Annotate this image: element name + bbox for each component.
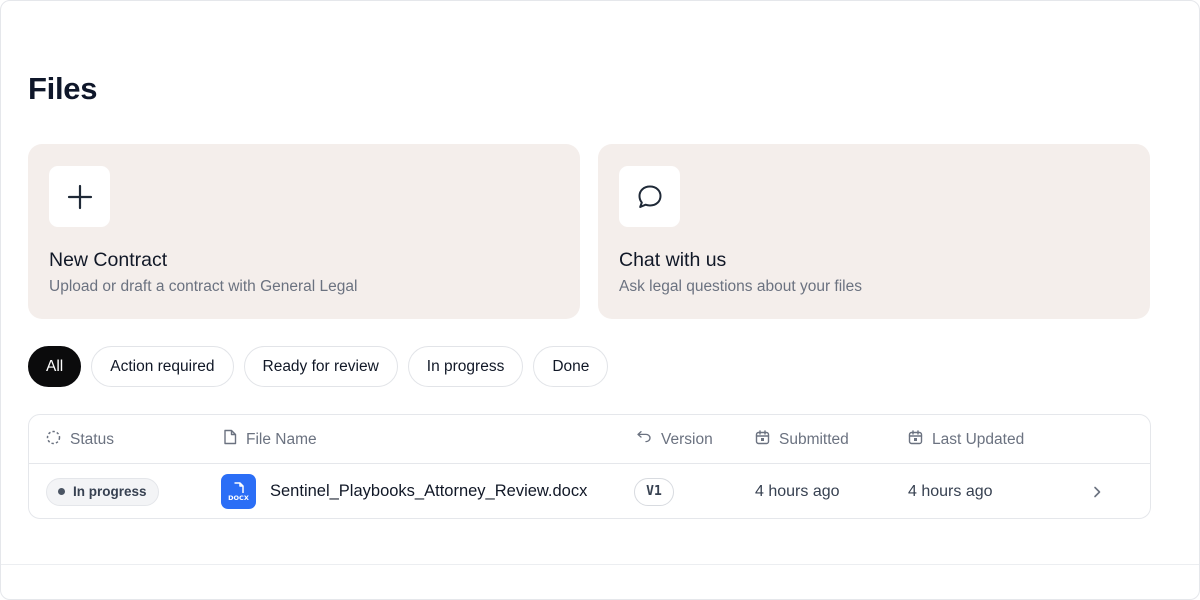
- chat-title: Chat with us: [619, 249, 727, 271]
- column-file-name[interactable]: File Name: [223, 415, 317, 464]
- filter-all[interactable]: All: [28, 346, 82, 387]
- status-dot-icon: [58, 488, 65, 495]
- file-name-link[interactable]: Sentinel_Playbooks_Attorney_Review.docx: [270, 482, 587, 501]
- file-name-cell: DOCX Sentinel_Playbooks_Attorney_Review.…: [221, 464, 587, 518]
- column-submitted-label: Submitted: [779, 430, 849, 448]
- new-contract-card[interactable]: New Contract Upload or draft a contract …: [28, 144, 580, 319]
- plus-icon: [49, 166, 110, 227]
- status-cell: In progress: [46, 464, 159, 518]
- chevron-right-icon[interactable]: [1090, 464, 1104, 518]
- new-contract-subtitle: Upload or draft a contract with General …: [49, 278, 358, 295]
- divider: [1, 564, 1199, 565]
- filter-chips: All Action required Ready for review In …: [28, 346, 609, 387]
- column-status[interactable]: Status: [46, 415, 114, 464]
- submitted-cell: 4 hours ago: [755, 464, 840, 518]
- version-badge: V1: [634, 477, 674, 506]
- app-window: Files New Contract Upload or draft a con…: [0, 0, 1200, 600]
- column-last-updated[interactable]: Last Updated: [908, 415, 1024, 464]
- chat-bubble-icon: [619, 166, 680, 227]
- last-updated-cell: 4 hours ago: [908, 464, 993, 518]
- status-label: In progress: [73, 484, 147, 499]
- page-title: Files: [28, 71, 98, 106]
- submitted-time: 4 hours ago: [755, 482, 840, 500]
- table-row[interactable]: In progress DOCX Sentinel_Playbooks_Atto…: [29, 464, 1150, 518]
- chat-card[interactable]: Chat with us Ask legal questions about y…: [598, 144, 1150, 319]
- files-table: Status File Name Version Submitted Last …: [28, 414, 1151, 519]
- filter-in-progress[interactable]: In progress: [407, 346, 524, 387]
- dashed-circle-icon: [46, 430, 61, 450]
- column-status-label: Status: [70, 430, 114, 448]
- last-updated-time: 4 hours ago: [908, 482, 993, 500]
- calendar-icon: [908, 429, 923, 450]
- version-cell: V1: [634, 464, 674, 518]
- column-file-name-label: File Name: [246, 430, 317, 448]
- new-contract-title: New Contract: [49, 249, 168, 271]
- table-header: Status File Name Version Submitted Last …: [29, 415, 1150, 464]
- chat-subtitle: Ask legal questions about your files: [619, 278, 862, 295]
- file-type-label: DOCX: [228, 493, 249, 502]
- column-submitted[interactable]: Submitted: [755, 415, 849, 464]
- column-version[interactable]: Version: [636, 415, 713, 464]
- column-last-updated-label: Last Updated: [932, 430, 1025, 448]
- document-icon: [223, 429, 237, 450]
- filter-action-required[interactable]: Action required: [91, 346, 234, 387]
- undo-arrow-icon: [636, 430, 652, 449]
- calendar-icon: [755, 429, 770, 450]
- docx-file-icon: DOCX: [221, 474, 256, 509]
- filter-done[interactable]: Done: [533, 346, 609, 387]
- filter-ready-for-review[interactable]: Ready for review: [243, 346, 398, 387]
- column-version-label: Version: [661, 430, 713, 448]
- status-badge: In progress: [46, 477, 159, 506]
